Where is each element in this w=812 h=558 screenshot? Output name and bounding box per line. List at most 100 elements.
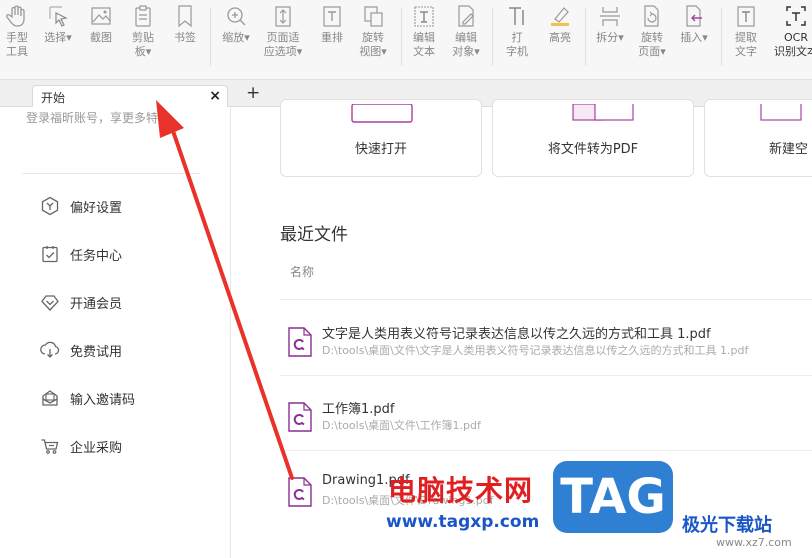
fit-page-tool-button[interactable]: 页面适 应选项▾ [261,4,305,59]
new-document-illustration-icon [760,104,802,121]
ocr-icon [785,4,807,28]
quick-open-card[interactable]: 快速打开 [280,99,482,177]
sidebar-item-invite-code[interactable]: 输入邀请码 [40,387,135,409]
tool-label: 页面适 应选项▾ [263,31,303,58]
sidebar: 登录福昕账号，享更多特权 偏好设置 任务中心 开通会员 免费试用 输入邀请码 企… [0,107,231,558]
tab-start[interactable]: 开始 × [32,85,228,107]
sidebar-item-task-center[interactable]: 任务中心 [40,243,122,265]
tool-label: OCR 识别文本 [774,31,812,58]
bookmark-icon [174,4,196,28]
toolbar-separator [492,8,493,66]
divider [280,450,812,451]
tool-label: 选择▾ [44,31,72,44]
rotate-page-icon [641,4,663,28]
reflow-tool-button[interactable]: 重排 [310,4,354,45]
recent-file-row[interactable]: 文字是人类用表义符号记录表达信息以传之久远的方式和工具 1.pdf D:\too… [280,317,812,377]
watermark-brand: 极光下载站 [682,515,772,536]
close-icon[interactable]: × [209,88,221,104]
recent-files-title: 最近文件 [280,225,348,245]
file-path: D:\tools\桌面\文件\文字是人类用表义符号记录表达信息以传之久远的方式和… [322,344,749,357]
sidebar-item-enterprise-purchase[interactable]: 企业采购 [40,435,122,457]
sidebar-item-label: 开通会员 [70,296,123,312]
pdf-file-icon [288,327,312,357]
divider [280,375,812,376]
reflow-icon [321,4,343,28]
watermark-title: 电脑技术网 [388,474,534,507]
sidebar-item-label: 企业采购 [70,440,123,456]
highlight-icon [549,4,571,28]
rotate-view-tool-button[interactable]: 旋转 视图▾ [351,4,395,59]
tool-label: 手型 工具 [6,31,28,58]
tool-label: 编辑 对象▾ [452,31,480,58]
split-tool-button[interactable]: 拆分▾ [588,4,632,45]
card-label: 新建空 [769,142,809,157]
file-name: 文字是人类用表义符号记录表达信息以传之久远的方式和工具 1.pdf [322,327,711,342]
tool-label: 提取 文字 [735,31,757,58]
edit-text-tool-button[interactable]: 编辑 文本 [402,4,446,59]
zoom-tool-button[interactable]: 缩放▾ [214,4,258,45]
clipboard-icon [132,4,154,28]
new-blank-card[interactable]: 新建空 [704,99,812,177]
recent-file-row[interactable]: 工作簿1.pdf D:\tools\桌面\文件\工作簿1.pdf [280,392,812,452]
zoom-icon [225,4,247,28]
rotate-page-tool-button[interactable]: 旋转 页面▾ [630,4,674,59]
convert-illustration-icon [572,104,634,121]
login-prompt-link[interactable]: 登录福昕账号，享更多特权 [26,109,170,126]
sidebar-item-label: 输入邀请码 [70,392,136,408]
tool-label: 高亮 [549,31,571,44]
folder-illustration-icon [351,104,413,123]
highlight-tool-button[interactable]: 高亮 [538,4,582,45]
tool-label: 编辑 文本 [413,31,435,58]
tool-label: 截图 [90,31,112,44]
hand-icon [6,4,28,28]
enterprise-purchase-icon [40,436,60,456]
sidebar-item-free-trial[interactable]: 免费试用 [40,339,122,361]
edit-object-icon [455,4,477,28]
file-path: D:\tools\桌面\文件\工作簿1.pdf [322,419,481,432]
extract-text-tool-button[interactable]: 提取 文字 [724,4,768,59]
divider [280,299,812,300]
fit-page-icon [272,4,294,28]
column-header-name[interactable]: 名称 [290,263,314,280]
tool-label: 拆分▾ [596,31,624,44]
insert-tool-button[interactable]: 插入▾ [672,4,716,45]
sidebar-item-preferences[interactable]: 偏好设置 [40,195,122,217]
tool-label: 打 字机 [506,31,528,58]
pdf-file-icon [288,477,312,507]
screenshot-icon [90,4,112,28]
hand-tool-button[interactable]: 手型 工具 [0,4,39,59]
ocr-tool-button[interactable]: OCR 识别文本 [771,4,812,59]
clipboard-tool-button[interactable]: 剪贴 板▾ [121,4,165,59]
invite-code-icon [40,388,60,408]
sidebar-item-membership[interactable]: 开通会员 [40,291,122,313]
edit-object-tool-button[interactable]: 编辑 对象▾ [444,4,488,59]
convert-to-pdf-card[interactable]: 将文件转为PDF [492,99,694,177]
main-toolbar: 手型 工具 选择▾ 截图 剪贴 板▾ 书签 缩放▾ 页面适 应选项▾ 重排 旋转… [0,0,812,80]
membership-icon [40,292,60,312]
watermark-site: www.xz7.com [716,536,792,549]
tool-label: 缩放▾ [222,31,250,44]
sidebar-item-label: 免费试用 [70,344,123,360]
typewriter-icon [506,4,528,28]
divider [22,173,200,174]
typewriter-tool-button[interactable]: 打 字机 [495,4,539,59]
insert-icon [683,4,705,28]
add-tab-icon[interactable]: + [246,83,260,103]
tool-label: 旋转 页面▾ [638,31,666,58]
pdf-file-icon [288,402,312,432]
extract-text-icon [735,4,757,28]
free-trial-icon [40,340,60,360]
card-label: 将文件转为PDF [547,142,639,157]
tool-label: 插入▾ [680,31,708,44]
card-label: 快速打开 [354,142,407,157]
select-cursor-icon [47,4,69,28]
task-center-icon [40,244,60,264]
toolbar-separator [210,8,211,66]
edit-text-icon [413,4,435,28]
tool-label: 重排 [321,31,343,44]
screenshot-tool-button[interactable]: 截图 [79,4,123,45]
watermark-url: www.tagxp.com [386,512,540,532]
select-tool-button[interactable]: 选择▾ [36,4,80,45]
rotate-view-icon [362,4,384,28]
bookmark-tool-button[interactable]: 书签 [163,4,207,45]
